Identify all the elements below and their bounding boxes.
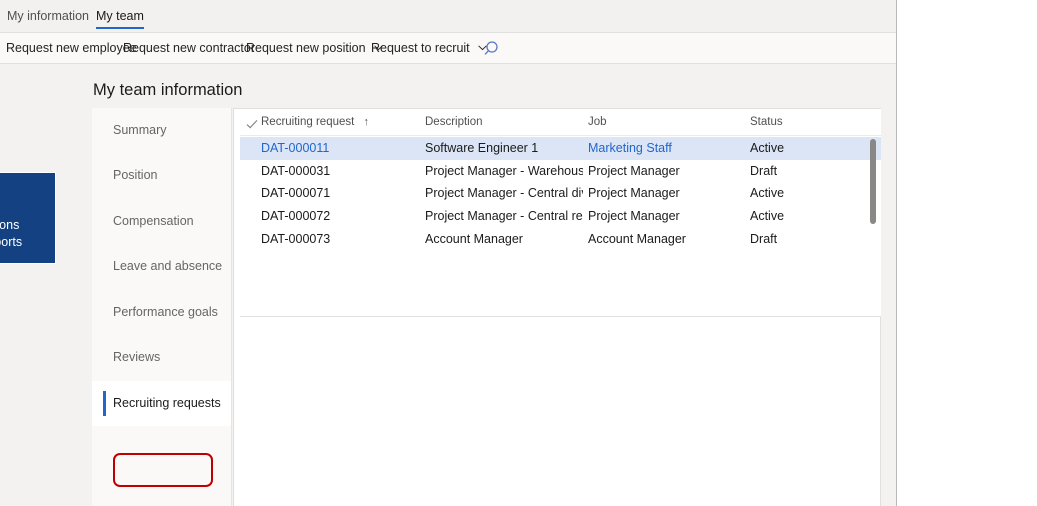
cell-job: Project Manager bbox=[588, 160, 743, 183]
column-header-job-label: Job bbox=[588, 116, 607, 128]
org-chart-tile[interactable]: positions ct reports bbox=[0, 172, 56, 264]
cell-description: Software Engineer 1 bbox=[425, 137, 583, 160]
cell-description: Project Manager - Central region bbox=[425, 205, 583, 228]
org-chart-tile-text: positions ct reports bbox=[0, 217, 22, 251]
scrollbar-thumb[interactable] bbox=[870, 139, 876, 224]
sidebar: Summary Position Compensation Leave and … bbox=[92, 108, 232, 506]
cell-status: Draft bbox=[750, 228, 860, 251]
app-window: My information My team Request new emplo… bbox=[0, 0, 897, 506]
sidebar-item-summary[interactable]: Summary bbox=[92, 108, 231, 153]
sidebar-item-compensation[interactable]: Compensation bbox=[92, 199, 231, 244]
request-new-employee-label: Request new employee bbox=[6, 41, 137, 55]
sort-ascending-icon: ↑ bbox=[364, 109, 370, 136]
cell-recruiting-request[interactable]: DAT-000073 bbox=[261, 228, 421, 251]
sidebar-item-compensation-label: Compensation bbox=[113, 214, 194, 228]
check-icon[interactable] bbox=[246, 117, 258, 128]
grid-panel: Recruiting request ↑ Description Job Sta… bbox=[233, 108, 881, 506]
sidebar-item-reviews-label: Reviews bbox=[113, 350, 160, 364]
column-header-status-label: Status bbox=[750, 116, 783, 128]
sidebar-selection-indicator bbox=[103, 391, 106, 416]
cell-recruiting-request[interactable]: DAT-000071 bbox=[261, 182, 421, 205]
request-new-position-label: Request new position bbox=[246, 41, 366, 55]
sidebar-item-performance-goals-label: Performance goals bbox=[113, 305, 218, 319]
screen: My information My team Request new emplo… bbox=[0, 0, 1037, 506]
cell-description: Project Manager - Central divisi... bbox=[425, 182, 583, 205]
column-header-description[interactable]: Description bbox=[425, 109, 583, 136]
sidebar-item-position-label: Position bbox=[113, 168, 157, 182]
grid-vertical-scrollbar[interactable] bbox=[869, 137, 878, 311]
sidebar-item-summary-label: Summary bbox=[113, 123, 166, 137]
request-new-contractor-button[interactable]: Request new contractor bbox=[123, 33, 255, 64]
tab-strip: My information My team bbox=[0, 0, 896, 33]
column-header-description-label: Description bbox=[425, 116, 483, 128]
table-row[interactable]: DAT-000071 Project Manager - Central div… bbox=[240, 182, 881, 205]
request-to-recruit-button[interactable]: Request to recruit bbox=[371, 33, 487, 64]
sidebar-item-recruiting-requests[interactable]: Recruiting requests bbox=[92, 381, 231, 426]
cell-job[interactable]: Marketing Staff bbox=[588, 137, 743, 160]
request-to-recruit-label: Request to recruit bbox=[371, 41, 470, 55]
cell-recruiting-request[interactable]: DAT-000031 bbox=[261, 160, 421, 183]
cell-recruiting-request[interactable]: DAT-000072 bbox=[261, 205, 421, 228]
page-title: My team information bbox=[93, 81, 242, 100]
content-area: My team information Summary Position Com… bbox=[0, 64, 896, 506]
table-row[interactable]: DAT-000011 Software Engineer 1 Marketing… bbox=[240, 137, 881, 160]
column-header-status[interactable]: Status bbox=[750, 109, 860, 136]
table-row[interactable]: DAT-000072 Project Manager - Central reg… bbox=[240, 205, 881, 228]
cell-description: Project Manager - Warehouse bbox=[425, 160, 583, 183]
tab-my-information-label: My information bbox=[7, 9, 89, 23]
tab-active-underline bbox=[96, 27, 144, 29]
sidebar-item-recruiting-requests-label: Recruiting requests bbox=[113, 396, 221, 410]
cell-status: Active bbox=[750, 205, 860, 228]
tab-my-team-label: My team bbox=[96, 9, 144, 23]
request-new-employee-button[interactable]: Request new employee bbox=[6, 33, 137, 64]
column-header-recruiting-request-label: Recruiting request bbox=[261, 116, 354, 128]
cell-recruiting-request[interactable]: DAT-000011 bbox=[261, 137, 421, 160]
table-row[interactable]: DAT-000031 Project Manager - Warehouse P… bbox=[240, 160, 881, 183]
recruiting-requests-grid: Recruiting request ↑ Description Job Sta… bbox=[240, 109, 881, 317]
table-row[interactable]: DAT-000073 Account Manager Account Manag… bbox=[240, 228, 881, 251]
sidebar-item-reviews[interactable]: Reviews bbox=[92, 335, 231, 380]
org-chart-tile-line1: positions bbox=[0, 217, 22, 234]
tab-my-information[interactable]: My information bbox=[7, 0, 89, 33]
cell-job: Project Manager bbox=[588, 182, 743, 205]
sidebar-item-leave-and-absence[interactable]: Leave and absence bbox=[92, 244, 231, 289]
sidebar-item-leave-and-absence-label: Leave and absence bbox=[113, 259, 222, 273]
column-header-recruiting-request[interactable]: Recruiting request ↑ bbox=[261, 109, 421, 136]
cell-status: Active bbox=[750, 182, 860, 205]
request-new-position-button[interactable]: Request new position bbox=[246, 33, 383, 64]
org-chart-tile-line2: ct reports bbox=[0, 234, 22, 251]
action-bar: Request new employee Request new contrac… bbox=[0, 33, 896, 64]
cell-description: Account Manager bbox=[425, 228, 583, 251]
sidebar-item-position[interactable]: Position bbox=[92, 153, 231, 198]
cell-job: Account Manager bbox=[588, 228, 743, 251]
cell-job: Project Manager bbox=[588, 205, 743, 228]
grid-header-row: Recruiting request ↑ Description Job Sta… bbox=[240, 109, 881, 136]
cell-status: Active bbox=[750, 137, 860, 160]
tab-my-team[interactable]: My team bbox=[96, 0, 144, 33]
sidebar-item-performance-goals[interactable]: Performance goals bbox=[92, 290, 231, 335]
request-new-contractor-label: Request new contractor bbox=[123, 41, 255, 55]
search-icon[interactable] bbox=[483, 39, 503, 59]
cell-status: Draft bbox=[750, 160, 860, 183]
column-header-job[interactable]: Job bbox=[588, 109, 743, 136]
